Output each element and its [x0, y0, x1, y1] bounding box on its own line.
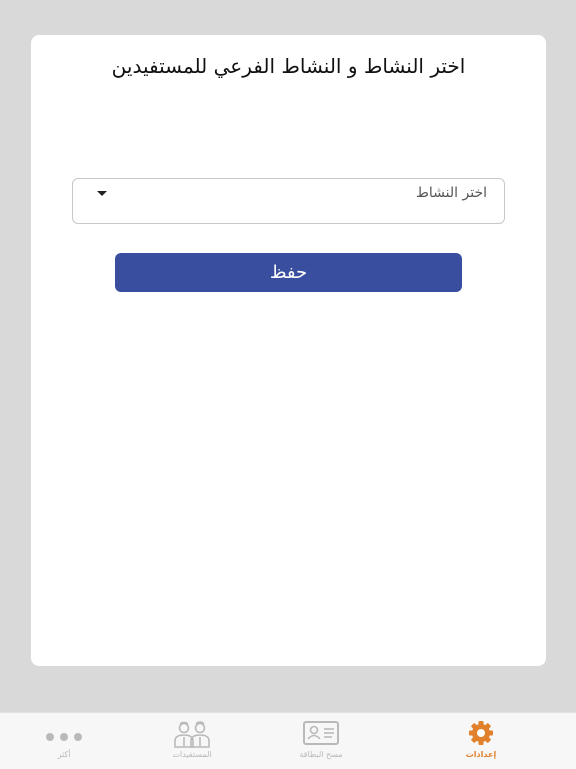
activity-select-placeholder: اختر النشاط: [415, 185, 487, 201]
tab-beneficiaries[interactable]: المستفيدات: [128, 713, 256, 769]
tab-more-label: أكثر: [57, 750, 71, 759]
more-dots-icon: [44, 727, 84, 746]
tab-settings[interactable]: إعدادات: [417, 713, 545, 769]
page-title: اختر النشاط و النشاط الفرعي للمستفيدين: [111, 54, 466, 78]
content-card: اختر النشاط و النشاط الفرعي للمستفيدين ا…: [31, 35, 546, 666]
people-icon: [172, 719, 212, 753]
gear-icon: [467, 719, 495, 751]
tab-scan-card[interactable]: مسح البطاقة: [257, 713, 385, 769]
tab-beneficiaries-label: المستفيدات: [172, 750, 212, 759]
tab-settings-label: إعدادات: [465, 750, 497, 759]
bottom-tab-bar: إعدادات مسح البطاقة المستفيدات أكثر: [0, 712, 576, 769]
tab-scan-card-label: مسح البطاقة: [299, 750, 343, 759]
save-button[interactable]: حفظ: [115, 253, 462, 292]
dropdown-caret-icon: [97, 191, 107, 196]
tab-more[interactable]: أكثر: [0, 713, 128, 769]
activity-select[interactable]: اختر النشاط: [72, 178, 505, 224]
id-card-icon: [302, 719, 340, 751]
